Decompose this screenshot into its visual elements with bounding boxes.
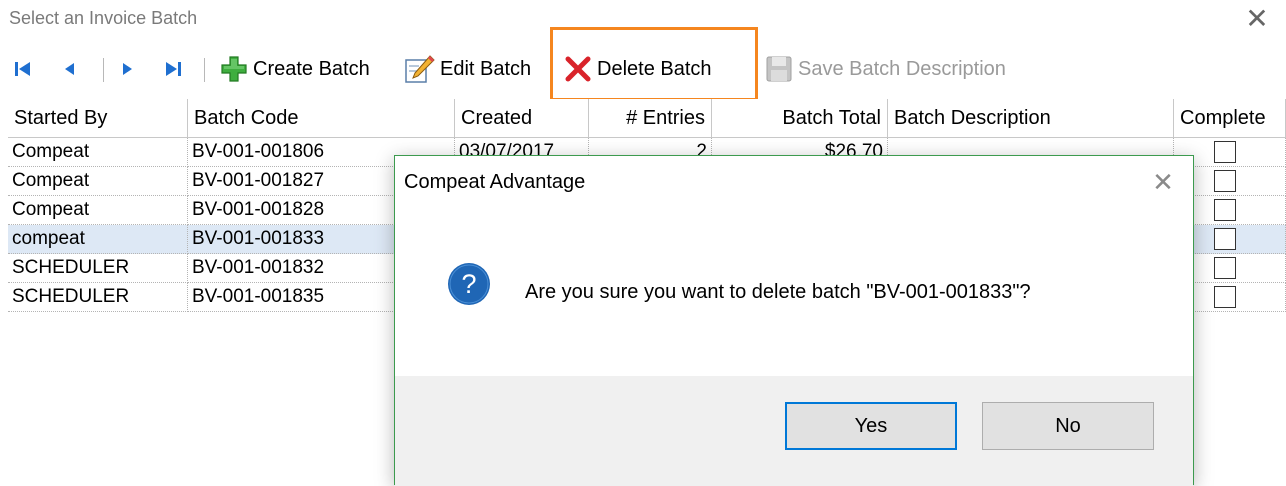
dialog-title: Compeat Advantage (404, 171, 586, 193)
create-batch-label: Create Batch (253, 57, 370, 80)
complete-checkbox[interactable] (1214, 141, 1236, 163)
delete-batch-button[interactable]: Delete Batch (563, 50, 712, 88)
edit-icon (405, 55, 435, 83)
window-close-button[interactable]: ✕ (1240, 4, 1274, 34)
previous-record-icon (65, 63, 74, 75)
first-record-icon (15, 62, 30, 76)
delete-batch-label: Delete Batch (597, 57, 712, 80)
next-record-icon (123, 63, 132, 75)
save-batch-description-button[interactable]: Save Batch Description (764, 50, 1006, 88)
cell-started-by: Compeat (8, 196, 188, 225)
question-icon: ? (447, 262, 491, 306)
edit-batch-label: Edit Batch (440, 57, 532, 80)
yes-button[interactable]: Yes (785, 402, 957, 450)
window-title: Select an Invoice Batch (9, 8, 198, 28)
complete-checkbox[interactable] (1214, 286, 1236, 308)
cell-started-by: Compeat (8, 167, 188, 196)
delete-x-icon (565, 56, 591, 82)
column-header-complete[interactable]: Complete (1174, 99, 1286, 138)
toolbar-separator (103, 58, 104, 82)
dialog-message: Are you sure you want to delete batch "B… (525, 281, 1031, 303)
toolbar-separator (755, 58, 756, 82)
dialog-close-button[interactable]: ✕ (1147, 166, 1179, 198)
confirm-delete-dialog: Compeat Advantage ✕ ? Are you sure you w… (394, 155, 1194, 486)
column-header-batch-code[interactable]: Batch Code (188, 99, 455, 138)
complete-checkbox[interactable] (1214, 257, 1236, 279)
column-header-batch-description[interactable]: Batch Description (888, 99, 1174, 138)
cell-started-by: Compeat (8, 138, 188, 167)
next-record-button[interactable] (117, 50, 143, 88)
edit-batch-button[interactable]: Edit Batch (404, 50, 531, 88)
complete-checkbox[interactable] (1214, 170, 1236, 192)
complete-checkbox[interactable] (1214, 199, 1236, 221)
create-batch-button[interactable]: Create Batch (219, 50, 370, 88)
previous-record-button[interactable] (58, 50, 84, 88)
cell-started-by: SCHEDULER (8, 254, 188, 283)
plus-icon (221, 56, 247, 82)
complete-checkbox[interactable] (1214, 228, 1236, 250)
svg-text:?: ? (461, 269, 476, 299)
column-header-created[interactable]: Created (455, 99, 589, 138)
column-header-started-by[interactable]: Started By (8, 99, 188, 138)
no-button[interactable]: No (982, 402, 1154, 450)
save-batch-description-label: Save Batch Description (798, 57, 1006, 80)
first-record-button[interactable] (12, 50, 38, 88)
cell-started-by: compeat (8, 225, 188, 254)
last-record-button[interactable] (162, 50, 188, 88)
toolbar-separator (204, 58, 205, 82)
last-record-icon (166, 62, 181, 76)
toolbar: Create Batch Edit Batch Delete Batch Sav… (0, 50, 1286, 88)
invoice-batch-window: Select an Invoice Batch ✕ Create Batch E… (0, 0, 1286, 486)
column-header-entries[interactable]: # Entries (589, 99, 712, 138)
cell-started-by: SCHEDULER (8, 283, 188, 312)
dialog-button-bar: Yes No (395, 376, 1193, 486)
column-header-batch-total[interactable]: Batch Total (712, 99, 888, 138)
save-disk-icon (766, 56, 792, 82)
